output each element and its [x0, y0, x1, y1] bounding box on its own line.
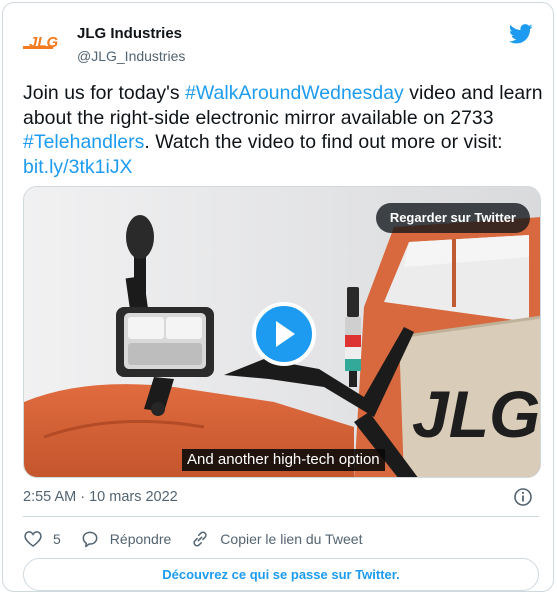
- tweet-text: Join us for today's #WalkAroundWednesday…: [23, 81, 543, 179]
- play-button[interactable]: [252, 302, 316, 366]
- divider: [23, 516, 539, 517]
- reply-bubble-icon: [82, 531, 98, 548]
- action-bar: 5 Répondre Copier le lien du Tweet: [23, 527, 381, 551]
- reply-label: Répondre: [109, 531, 172, 547]
- play-icon: [276, 321, 295, 347]
- tweet-timestamp[interactable]: 2:55 AM · 10 mars 2022: [23, 488, 178, 506]
- video-caption: And another high-tech option: [182, 449, 385, 471]
- tweet-card: JLG JLG Industries @JLG_Industries Join …: [2, 2, 554, 592]
- hashtag-link[interactable]: #WalkAroundWednesday: [185, 82, 404, 104]
- author-names: JLG Industries @JLG_Industries: [77, 25, 185, 66]
- avatar[interactable]: JLG: [23, 25, 71, 61]
- hashtag-link[interactable]: #Telehandlers: [23, 131, 144, 153]
- tweet-text-part: Join us for today's: [23, 82, 186, 104]
- jlg-logo-icon: JLG: [23, 34, 59, 51]
- discover-button[interactable]: Découvrez ce qui se passe sur Twitter.: [23, 558, 539, 591]
- tweet-text-part: . Watch the video to find out more or vi…: [144, 131, 503, 153]
- url-link[interactable]: bit.ly/3tk1iJX: [23, 156, 133, 178]
- video-player[interactable]: JLG Regarder sur Twitter And another hig…: [23, 186, 541, 478]
- copy-link-label: Copier le lien du Tweet: [220, 531, 363, 547]
- like-button[interactable]: 5: [23, 529, 61, 549]
- logo-text: JLG: [29, 34, 59, 51]
- twitter-bird-icon[interactable]: [509, 23, 533, 45]
- like-count: 5: [53, 531, 61, 547]
- info-icon[interactable]: [513, 487, 533, 507]
- copy-link-button[interactable]: Copier le lien du Tweet: [190, 529, 362, 549]
- link-icon: [193, 531, 207, 547]
- tweet-header: JLG JLG Industries @JLG_Industries: [23, 21, 533, 65]
- watch-on-twitter-button[interactable]: Regarder sur Twitter: [375, 203, 530, 233]
- reply-button[interactable]: Répondre: [80, 529, 172, 549]
- decal-text: JLG: [412, 377, 540, 451]
- heart-icon: [24, 531, 42, 548]
- author-display-name[interactable]: JLG Industries: [77, 25, 185, 43]
- author-handle[interactable]: @JLG_Industries: [77, 46, 185, 66]
